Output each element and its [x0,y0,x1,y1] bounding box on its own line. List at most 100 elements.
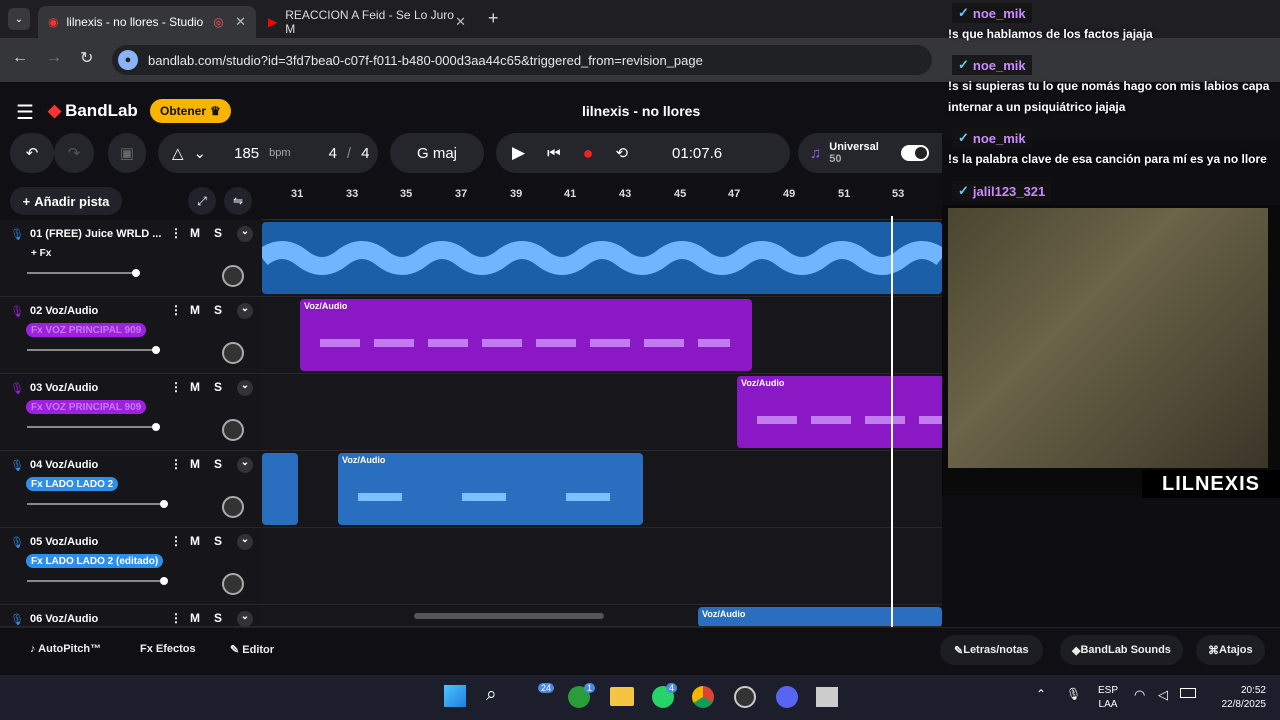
bpm-value[interactable]: 185 [234,145,259,162]
clip-voice[interactable]: Voz/Audio [737,376,942,448]
volume-slider[interactable] [27,423,160,431]
site-info-icon[interactable]: ● [118,50,138,70]
new-tab-button[interactable]: + [488,8,499,29]
playhead[interactable] [891,216,893,627]
fx-badge[interactable]: Fx LADO LADO 2 (editado) [26,554,164,568]
tab-list-button[interactable]: ⌄ [8,8,30,30]
redo-button[interactable]: ↷ [54,133,94,173]
fx-badge[interactable]: Fx VOZ PRINCIPAL 909 [26,400,147,414]
pan-knob[interactable] [222,265,244,287]
track-menu-icon[interactable]: ⋮ [170,226,182,240]
chevron-down-icon[interactable]: ⌄ [237,611,253,627]
volume-handle[interactable] [132,269,140,277]
volume-slider[interactable] [27,577,168,585]
track-name[interactable]: 04 Voz/Audio [30,459,98,471]
undo-button[interactable]: ↶ [10,133,54,173]
track-name[interactable]: 06 Voz/Audio [30,613,98,625]
track-header[interactable]: 🎙 02 Voz/Audio ⋮ M S ⌄ Fx VOZ PRINCIPAL 909 [0,297,262,374]
discord-icon[interactable] [776,686,798,708]
close-tab-icon[interactable]: ✕ [235,14,246,30]
mute-button[interactable]: M [190,303,200,317]
record-icon[interactable]: ● [583,143,594,164]
loop-icon[interactable]: ⟲ [615,144,628,162]
forward-icon[interactable]: → [46,49,62,67]
track-header[interactable]: 🎙 01 (FREE) Juice WRLD ... ⋮ M S ⌄ + Fx [0,220,262,297]
lane-6[interactable]: Voz/Audio [262,605,942,627]
clip-audio[interactable]: Voz/Audio [698,607,942,626]
volume-slider[interactable] [27,500,168,508]
fx-badge[interactable]: Fx VOZ PRINCIPAL 909 [26,323,147,337]
clip-audio[interactable]: Voz/Audio [338,453,643,525]
track-name[interactable]: 02 Voz/Audio [30,305,98,317]
solo-button[interactable]: S [214,534,222,548]
tab-youtube[interactable]: ▶ REACCION A Feid - Se Lo Juro M ✕ [258,6,476,38]
chrome-icon[interactable] [692,686,714,708]
battery-icon[interactable] [1180,688,1196,698]
shortcuts-button[interactable]: ⌘ Atajos [1196,635,1265,665]
track-menu-icon[interactable]: ⋮ [170,303,182,317]
key-button[interactable]: G maj [390,133,484,173]
skip-back-icon[interactable]: ⏮ [547,145,561,162]
track-name[interactable]: 01 (FREE) Juice WRLD ... [30,228,161,240]
chevron-down-icon[interactable]: ⌄ [237,534,253,550]
mute-button[interactable]: M [190,534,200,548]
effects-button[interactable]: Fx Efectos [140,643,196,655]
track-name[interactable]: 03 Voz/Audio [30,382,98,394]
clip-audio[interactable] [262,453,298,525]
metronome-icon[interactable]: △ [172,144,184,162]
volume-slider[interactable] [27,346,160,354]
pan-knob[interactable] [222,342,244,364]
pan-knob[interactable] [222,496,244,518]
chevron-down-icon[interactable]: ⌄ [237,380,253,396]
volume-handle[interactable] [152,346,160,354]
mute-button[interactable]: M [190,226,200,240]
clock[interactable]: 20:52 22/8/2025 [1210,684,1267,712]
mute-button[interactable]: M [190,611,200,625]
track-header[interactable]: 🎙 06 Voz/Audio ⋮ M S ⌄ [0,605,262,627]
metronome-panel[interactable]: ♫ Universal 50 [798,133,942,173]
chevron-down-icon[interactable]: ⌄ [237,303,253,319]
track-menu-icon[interactable]: ⋮ [170,380,182,394]
play-icon[interactable]: ▶ [512,143,525,163]
toggle-switch[interactable] [900,145,929,161]
search-icon[interactable]: ⌕ [486,684,497,706]
track-menu-icon[interactable]: ⋮ [170,534,182,548]
lane-2[interactable]: Voz/Audio [262,297,942,374]
lyrics-button[interactable]: ✎ Letras/notas [940,635,1043,665]
lang-indicator[interactable]: ESP LAA [1098,684,1118,712]
layout-button[interactable]: ▣ [108,133,146,173]
add-track-button[interactable]: + Añadir pista [10,187,122,215]
solo-button[interactable]: S [214,226,222,240]
time-sig-den[interactable]: 4 [361,145,369,162]
chevron-down-icon[interactable]: ⌄ [237,457,253,473]
track-menu-icon[interactable]: ⋮ [170,457,182,471]
project-title[interactable]: lilnexis - no llores [582,103,700,119]
solo-button[interactable]: S [214,611,222,625]
solo-button[interactable]: S [214,303,222,317]
obs-icon[interactable] [734,686,756,708]
timeline-ruler[interactable]: 31 33 35 37 39 41 43 45 47 49 51 53 [262,182,942,220]
lane-3[interactable]: Voz/Audio [262,374,942,451]
lane-5[interactable] [262,528,942,605]
track-menu-icon[interactable]: ⋮ [170,611,182,625]
menu-icon[interactable]: ☰ [16,100,34,125]
autopitch-button[interactable]: ♪ AutoPitch™ [30,643,101,655]
close-tab-icon[interactable]: ✕ [455,14,466,30]
mute-button[interactable]: M [190,457,200,471]
start-icon[interactable] [444,685,466,707]
volume-icon[interactable]: ◁ [1158,687,1168,703]
folder-icon[interactable] [610,687,634,706]
snap-icon[interactable]: ⇋ [224,187,252,215]
editor-button[interactable]: ✎ Editor [230,643,274,656]
volume-handle[interactable] [152,423,160,431]
get-button[interactable]: Obtener ♛ [150,99,231,123]
fx-badge[interactable]: Fx LADO LADO 2 [26,477,119,491]
app-icon[interactable] [816,687,838,707]
reload-icon[interactable]: ↻ [80,48,93,68]
pan-knob[interactable] [222,573,244,595]
solo-button[interactable]: S [214,380,222,394]
mic-icon[interactable]: 🎙 [1066,687,1081,701]
track-header[interactable]: 🎙 04 Voz/Audio ⋮ M S ⌄ Fx LADO LADO 2 [0,451,262,528]
automation-icon[interactable]: ⤢ [188,187,216,215]
tray-chevron-icon[interactable]: ⌃ [1036,687,1046,701]
